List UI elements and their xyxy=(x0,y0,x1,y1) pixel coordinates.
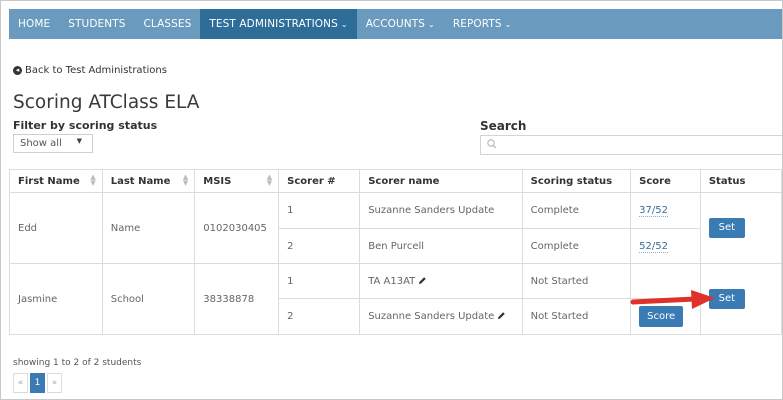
scorer-name-text: Suzanne Sanders Update xyxy=(368,311,495,322)
header-score: Score xyxy=(630,169,701,193)
nav-reports[interactable]: REPORTS ⌄ xyxy=(444,9,521,39)
header-msis[interactable]: MSIS ▲ ▼ xyxy=(194,169,280,193)
header-label: Scorer name xyxy=(368,175,440,187)
pencil-icon[interactable] xyxy=(497,311,506,320)
header-label: Last Name xyxy=(110,175,171,187)
nav-classes[interactable]: CLASSES xyxy=(134,9,200,39)
scoring-status-cell: Not Started xyxy=(521,263,632,299)
header-label: First Name xyxy=(18,175,80,187)
msis-cell: 0102030405 xyxy=(194,192,280,264)
chevron-down-icon: ⌄ xyxy=(340,19,348,29)
scoring-status-filter[interactable]: Show all ▼ xyxy=(13,134,93,153)
back-arrow-icon: ◂ xyxy=(13,66,22,75)
sort-icon: ▲ ▼ xyxy=(182,173,189,187)
last-name-cell: Name xyxy=(101,192,196,264)
table-info: showing 1 to 2 of 2 students xyxy=(13,358,142,368)
nav-accounts-label: ACCOUNTS xyxy=(365,18,426,30)
back-link-label: Back to Test Administrations xyxy=(25,65,167,76)
scoring-status-cell: Complete xyxy=(521,228,632,264)
header-label: Status xyxy=(708,175,746,187)
header-label: MSIS xyxy=(203,175,232,187)
header-last-name[interactable]: Last Name ▲ ▼ xyxy=(101,169,196,193)
search-icon xyxy=(487,139,497,149)
pencil-icon[interactable] xyxy=(418,276,427,285)
score-link[interactable]: 52/52 xyxy=(639,240,668,253)
table-header-row: First Name ▲ ▼ Last Name ▲ ▼ MSIS ▲ ▼ Scorer #… xyxy=(9,169,782,193)
first-name-cell: Jasmine xyxy=(9,263,103,335)
filter-label: Filter by scoring status xyxy=(13,119,158,132)
scoring-status-cell: Complete xyxy=(521,192,632,229)
filter-selected-value: Show all xyxy=(20,138,62,149)
last-name-cell: School xyxy=(101,263,196,335)
header-status: Status xyxy=(699,169,782,193)
scorer-name-cell: Ben Purcell xyxy=(359,228,523,264)
chevron-down-icon: ⌄ xyxy=(428,19,435,29)
pagination-prev[interactable]: « xyxy=(13,373,28,393)
status-cell: Set xyxy=(699,192,782,264)
score-cell: 52/52 xyxy=(630,228,701,264)
scorer-name-cell: Suzanne Sanders Update xyxy=(359,192,523,229)
top-nav: HOME STUDENTS CLASSES TEST ADMINISTRATIO… xyxy=(9,9,782,39)
nav-accounts[interactable]: ACCOUNTS ⌄ xyxy=(357,9,444,39)
nav-students-label: STUDENTS xyxy=(68,18,126,30)
search-label: Search xyxy=(480,119,527,133)
scorer-number-cell: 1 xyxy=(278,263,361,299)
pagination-page-current[interactable]: 1 xyxy=(30,373,45,393)
scorer-number-cell: 2 xyxy=(278,298,361,335)
sort-icon: ▲ ▼ xyxy=(266,173,273,187)
pagination: « 1 » xyxy=(13,373,64,393)
nav-classes-label: CLASSES xyxy=(143,18,192,30)
nav-test-administrations[interactable]: TEST ADMINISTRATIONS ⌄ xyxy=(200,9,357,39)
header-first-name[interactable]: First Name ▲ ▼ xyxy=(9,169,103,193)
header-scorer-number: Scorer # xyxy=(278,169,361,193)
scoring-status-cell: Not Started xyxy=(521,298,632,335)
table-row: Edd Name 0102030405 1 Suzanne Sanders Up… xyxy=(9,192,782,264)
nav-home[interactable]: HOME xyxy=(9,9,59,39)
header-label: Scoring status xyxy=(530,175,613,187)
scorer-name-cell: TA A13AT xyxy=(359,263,523,299)
dropdown-arrow-icon: ▼ xyxy=(76,137,82,145)
header-scoring-status: Scoring status xyxy=(521,169,632,193)
back-link[interactable]: ◂ Back to Test Administrations xyxy=(13,65,167,76)
header-scorer-name: Scorer name xyxy=(359,169,523,193)
nav-home-label: HOME xyxy=(18,18,51,30)
nav-students[interactable]: STUDENTS xyxy=(59,9,134,39)
header-label: Score xyxy=(639,175,671,187)
page: HOME STUDENTS CLASSES TEST ADMINISTRATIO… xyxy=(0,0,783,400)
header-label: Scorer # xyxy=(287,175,336,187)
annotation-arrow-icon xyxy=(630,290,715,309)
scorer-name-text: TA A13AT xyxy=(368,275,416,287)
scorer-number-cell: 1 xyxy=(278,192,361,229)
score-link[interactable]: 37/52 xyxy=(639,205,668,217)
sort-icon: ▲ ▼ xyxy=(90,173,96,187)
chevron-down-icon: ⌄ xyxy=(504,19,512,29)
search-input[interactable] xyxy=(480,135,782,155)
msis-cell: 38338878 xyxy=(194,263,280,335)
page-title: Scoring ATClass ELA xyxy=(13,92,200,113)
pagination-next[interactable]: » xyxy=(47,373,62,393)
scorer-number-cell: 2 xyxy=(278,228,361,264)
nav-reports-label: REPORTS xyxy=(452,18,502,30)
score-cell: 37/52 xyxy=(630,192,701,229)
set-status-button[interactable]: Set xyxy=(708,218,745,238)
nav-test-administrations-label: TEST ADMINISTRATIONS xyxy=(209,18,338,30)
first-name-cell: Edd xyxy=(9,192,103,264)
scorer-name-cell: Suzanne Sanders Update xyxy=(359,298,523,335)
